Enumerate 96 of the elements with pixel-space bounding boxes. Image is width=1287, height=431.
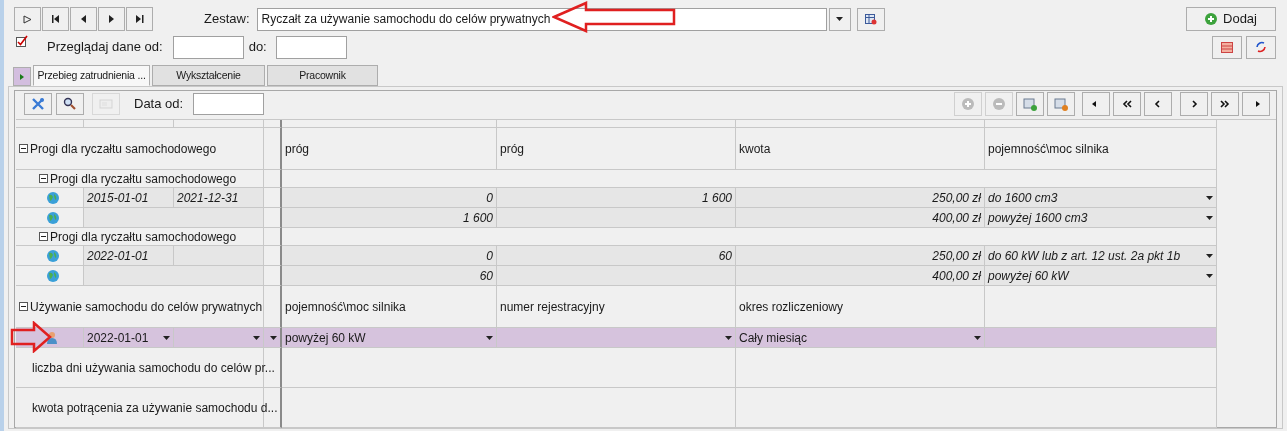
dropdown-cell[interactable]: Cały miesiąc [736, 328, 985, 348]
date-label: Data od: [134, 95, 184, 114]
table-cell: 60 [497, 246, 736, 266]
previous-icon [81, 15, 86, 23]
sheet-remove-icon [1054, 97, 1068, 111]
refresh-icon [1255, 41, 1267, 53]
table-cell: 0 [282, 246, 497, 266]
toolbar-button[interactable] [56, 93, 84, 115]
tools-icon [31, 97, 45, 111]
edit-checkbox-icon [16, 35, 28, 47]
collapse-icon [19, 144, 28, 153]
caret-icon [1206, 253, 1213, 258]
field-label: liczba dni używania samochodu do celów pr... [32, 359, 275, 377]
minus-circle-icon [992, 97, 1006, 111]
caret-icon [1206, 195, 1213, 200]
table-cell: 2022-01-01 [84, 246, 174, 266]
next-icon [109, 15, 114, 23]
date-to-field[interactable] [275, 35, 347, 59]
dropdown-cell[interactable]: do 1600 cm3 [985, 188, 1217, 208]
group-title: Progi dla ryczałtu samochodowego [50, 228, 237, 246]
caret-icon [270, 335, 277, 340]
table-icon [1221, 41, 1233, 53]
table-cell: 2015-01-01 [84, 188, 174, 208]
expand-button[interactable] [13, 67, 31, 86]
caret-icon [974, 335, 981, 340]
to-label: do: [248, 38, 267, 57]
date-dropdown[interactable]: 2022-01-01 [84, 328, 174, 348]
nav-button[interactable] [42, 7, 69, 31]
person-icon [46, 331, 58, 344]
collapse-icon [39, 174, 48, 183]
double-chevron-left-icon [1121, 98, 1133, 110]
dropdown-cell[interactable]: powyżej 60 kW [282, 328, 497, 348]
export-button[interactable] [1212, 35, 1242, 59]
dropdown-button[interactable] [828, 7, 851, 31]
play-icon [20, 73, 24, 80]
set-field[interactable]: Ryczałt za używanie samochodu do celów prywatnych [256, 7, 827, 31]
caret-icon [1206, 273, 1213, 278]
annotation-arrow-icon [552, 1, 678, 33]
table-cell: 1 600 [497, 188, 736, 208]
collapse-icon [39, 232, 48, 241]
column-header: próg [282, 128, 497, 170]
dropdown-cell[interactable]: powyżej 60 kW [985, 266, 1217, 286]
caret-icon [836, 17, 843, 21]
tab[interactable]: Przebieg zatrudnienia ... [33, 65, 150, 86]
set-label: Zestaw: [204, 10, 250, 29]
plus-circle-icon [961, 97, 975, 111]
annotation-arrow-icon [10, 321, 52, 353]
dropdown-cell[interactable]: do 60 kW lub z art. 12 ust. 2a pkt 1b [985, 246, 1217, 266]
table-cell: 2021-12-31 [174, 188, 264, 208]
table-icon [864, 13, 877, 25]
caret-icon [253, 335, 260, 340]
table-cell: 250,00 zł [736, 246, 985, 266]
table-cell: 60 [282, 266, 497, 286]
play-icon [23, 14, 32, 24]
field-label: kwota potrącenia za używanie samochodu d... [32, 399, 278, 417]
table-cell: 400,00 zł [736, 266, 985, 286]
dropdown[interactable] [264, 328, 282, 348]
caret-icon [486, 335, 493, 340]
caret-icon [1206, 215, 1213, 220]
double-chevron-right-icon [1219, 98, 1231, 110]
column-header: próg [497, 128, 736, 170]
group-title: Progi dla ryczałtu samochodowego [30, 140, 217, 158]
table-cell: 250,00 zł [736, 188, 985, 208]
table-cell: 400,00 zł [736, 208, 985, 228]
tab[interactable]: Pracownik [267, 65, 378, 86]
caret-icon [725, 335, 732, 340]
group-title: Progi dla ryczałtu samochodowego [50, 170, 237, 188]
last-icon [135, 15, 144, 23]
caret-icon [163, 335, 170, 340]
globe-icon [46, 248, 60, 263]
table-cell [264, 128, 282, 170]
set-options-button[interactable] [856, 7, 885, 31]
nav-button[interactable] [70, 7, 97, 31]
nav-button[interactable] [126, 7, 153, 31]
sheet-add-icon [1023, 97, 1037, 111]
globe-icon [46, 268, 60, 283]
tab[interactable]: Wykształcenie [152, 65, 265, 86]
nav-button[interactable] [98, 7, 125, 31]
add-button[interactable]: Dodaj [1186, 7, 1276, 31]
table-cell: 0 [282, 188, 497, 208]
column-header: pojemność\moc silnika [985, 128, 1217, 170]
dropdown-cell[interactable]: powyżej 1600 cm3 [985, 208, 1217, 228]
search-icon [63, 97, 77, 111]
group-title: Używanie samochodu do celów prywatnych [30, 298, 263, 316]
dropdown-cell[interactable] [497, 328, 736, 348]
collapse-icon [19, 302, 28, 311]
date-field[interactable] [193, 93, 265, 115]
refresh-button[interactable] [1246, 35, 1276, 59]
date-from-field[interactable] [172, 35, 244, 59]
globe-icon [46, 190, 60, 205]
globe-icon [46, 210, 60, 225]
column-header: kwota [736, 128, 985, 170]
browse-label: Przeglądaj dane od: [47, 38, 163, 57]
table-cell: 1 600 [282, 208, 497, 228]
first-icon [51, 15, 60, 23]
plus-circle-icon [1205, 13, 1217, 25]
